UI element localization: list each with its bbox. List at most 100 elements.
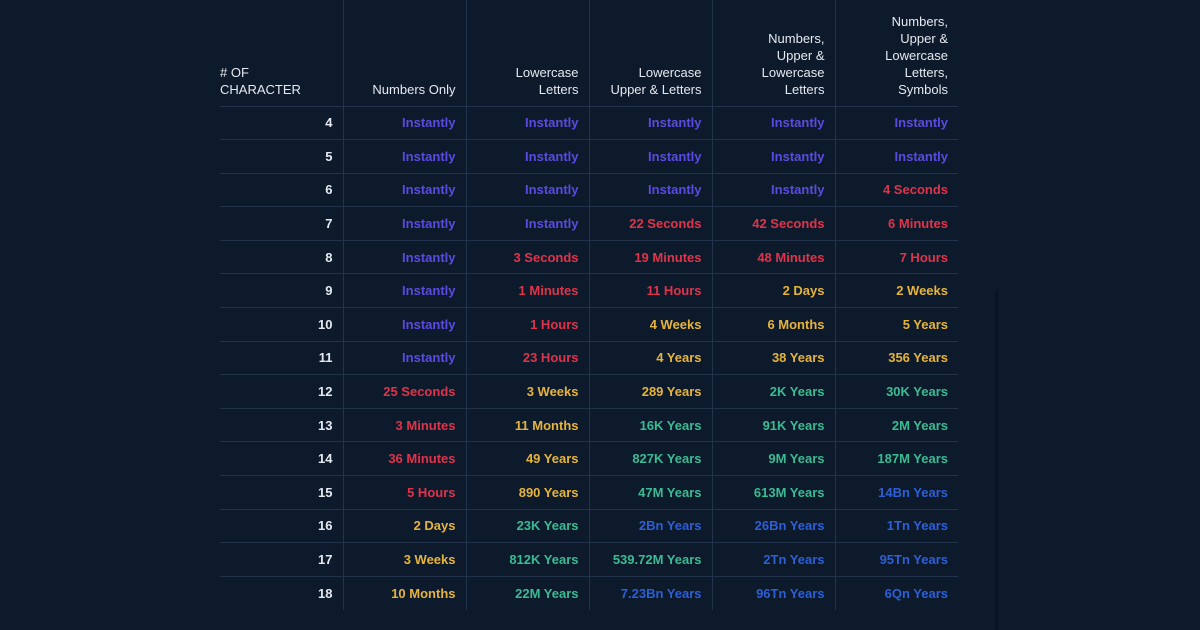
crack-time-cell: 36 Minutes xyxy=(342,441,466,476)
crack-time-cell: 356 Years xyxy=(834,340,958,375)
crack-time-cell: Instantly xyxy=(342,307,466,342)
crack-time-cell: Instantly xyxy=(588,139,712,174)
crack-time-cell: Instantly xyxy=(465,172,589,207)
character-count: 12 xyxy=(220,374,343,409)
crack-time-cell: 2 Days xyxy=(342,508,466,543)
crack-time-cell: 6 Minutes xyxy=(834,206,958,241)
crack-time-cell: 289 Years xyxy=(588,374,712,409)
crack-time-cell: Instantly xyxy=(465,139,589,174)
crack-time-cell: 3 Minutes xyxy=(342,407,466,442)
table-row: 5 Instantly Instantly Instantly Instantly Ins… xyxy=(220,139,958,174)
crack-time-cell: Instantly xyxy=(342,172,466,207)
crack-time-cell: 5 Years xyxy=(834,307,958,342)
character-count: 9 xyxy=(220,273,343,308)
table-row: 18 10 Months 22M Years 7.23Bn Years 96Tn Yea… xyxy=(220,575,958,610)
crack-time-cell: 19 Minutes xyxy=(588,239,712,274)
crack-time-cell: 47M Years xyxy=(588,475,712,510)
crack-time-cell: 23K Years xyxy=(465,508,589,543)
crack-time-cell: 2K Years xyxy=(711,374,835,409)
crack-time-cell: 1 Minutes xyxy=(465,273,589,308)
table-row: 7 Instantly Instantly 22 Seconds 42 Seconds 6… xyxy=(220,206,958,241)
crack-time-cell: 14Bn Years xyxy=(834,475,958,510)
table-row: 9 Instantly 1 Minutes 11 Hours 2 Days 2 Weeks xyxy=(220,273,958,308)
crack-time-cell: 5 Hours xyxy=(342,475,466,510)
crack-time-cell: 25 Seconds xyxy=(342,374,466,409)
crack-time-cell: Instantly xyxy=(465,105,589,140)
header-row: # OF CHARACTER Numbers Only Lowercase Letter… xyxy=(220,0,958,106)
crack-time-cell: 2 Weeks xyxy=(834,273,958,308)
crack-time-cell: 4 Years xyxy=(588,340,712,375)
character-count: 11 xyxy=(220,340,343,375)
character-count: 13 xyxy=(220,407,343,442)
crack-time-cell: 38 Years xyxy=(711,340,835,375)
password-crack-time-table: # OF CHARACTER Numbers Only Lowercase Letter… xyxy=(220,0,958,610)
character-count: 17 xyxy=(220,542,343,577)
crack-time-cell: 2Tn Years xyxy=(711,542,835,577)
crack-time-cell: Instantly xyxy=(342,105,466,140)
crack-time-cell: 613M Years xyxy=(711,475,835,510)
column-header: Lowercase Letters xyxy=(465,0,589,106)
table-row: 12 25 Seconds 3 Weeks 289 Years 2K Years 30K … xyxy=(220,374,958,409)
crack-time-cell: 9M Years xyxy=(711,441,835,476)
crack-time-cell: Instantly xyxy=(342,139,466,174)
crack-time-cell: 22 Seconds xyxy=(588,206,712,241)
character-count: 15 xyxy=(220,475,343,510)
character-count: 14 xyxy=(220,441,343,476)
crack-time-cell: 30K Years xyxy=(834,374,958,409)
crack-time-cell: 7.23Bn Years xyxy=(588,575,712,610)
crack-time-cell: Instantly xyxy=(342,206,466,241)
crack-time-cell: Instantly xyxy=(834,139,958,174)
edge-divider xyxy=(995,290,998,630)
crack-time-cell: 49 Years xyxy=(465,441,589,476)
crack-time-cell: 48 Minutes xyxy=(711,239,835,274)
crack-time-cell: 812K Years xyxy=(465,542,589,577)
column-header: Numbers, Upper & Lowercase Letters xyxy=(711,0,835,106)
crack-time-cell: 7 Hours xyxy=(834,239,958,274)
crack-time-cell: 95Tn Years xyxy=(834,542,958,577)
crack-time-cell: Instantly xyxy=(711,139,835,174)
column-header: Lowercase Upper & Letters xyxy=(588,0,712,106)
crack-time-cell: Instantly xyxy=(342,239,466,274)
column-header: # OF CHARACTER xyxy=(220,64,301,97)
character-count: 5 xyxy=(220,139,343,174)
crack-time-cell: Instantly xyxy=(711,105,835,140)
table-row: 11 Instantly 23 Hours 4 Years 38 Years 356 Ye… xyxy=(220,340,958,375)
character-count: 6 xyxy=(220,172,343,207)
crack-time-cell: 3 Weeks xyxy=(342,542,466,577)
crack-time-cell: 10 Months xyxy=(342,575,466,610)
crack-time-cell: 3 Weeks xyxy=(465,374,589,409)
character-count: 16 xyxy=(220,508,343,543)
crack-time-cell: 1Tn Years xyxy=(834,508,958,543)
crack-time-cell: 4 Seconds xyxy=(834,172,958,207)
table-row: 16 2 Days 23K Years 2Bn Years 26Bn Years 1Tn … xyxy=(220,508,958,543)
crack-time-cell: 11 Hours xyxy=(588,273,712,308)
crack-time-cell: 91K Years xyxy=(711,407,835,442)
crack-time-cell: 22M Years xyxy=(465,575,589,610)
crack-time-cell: Instantly xyxy=(588,172,712,207)
crack-time-cell: 42 Seconds xyxy=(711,206,835,241)
table-body: 4 Instantly Instantly Instantly Instantly Ins… xyxy=(220,105,958,610)
crack-time-cell: Instantly xyxy=(342,340,466,375)
crack-time-cell: 4 Weeks xyxy=(588,307,712,342)
crack-time-cell: 2M Years xyxy=(834,407,958,442)
crack-time-cell: 3 Seconds xyxy=(465,239,589,274)
crack-time-cell: 1 Hours xyxy=(465,307,589,342)
column-header: Numbers, Upper & Lowercase Letters, Symbols xyxy=(834,0,958,106)
table-row: 6 Instantly Instantly Instantly Instantly 4 S… xyxy=(220,172,958,207)
crack-time-cell: 96Tn Years xyxy=(711,575,835,610)
character-count: 4 xyxy=(220,105,343,140)
crack-time-cell: 187M Years xyxy=(834,441,958,476)
crack-time-cell: 23 Hours xyxy=(465,340,589,375)
table-row: 13 3 Minutes 11 Months 16K Years 91K Years 2M… xyxy=(220,407,958,442)
crack-time-cell: 539.72M Years xyxy=(588,542,712,577)
character-count: 18 xyxy=(220,575,343,610)
table-row: 10 Instantly 1 Hours 4 Weeks 6 Months 5 Years xyxy=(220,307,958,342)
column-header: Numbers Only xyxy=(342,0,466,106)
crack-time-cell: 6Qn Years xyxy=(834,575,958,610)
crack-time-cell: 16K Years xyxy=(588,407,712,442)
crack-time-cell: Instantly xyxy=(342,273,466,308)
crack-time-cell: 26Bn Years xyxy=(711,508,835,543)
character-count: 8 xyxy=(220,239,343,274)
character-count: 7 xyxy=(220,206,343,241)
crack-time-cell: Instantly xyxy=(465,206,589,241)
